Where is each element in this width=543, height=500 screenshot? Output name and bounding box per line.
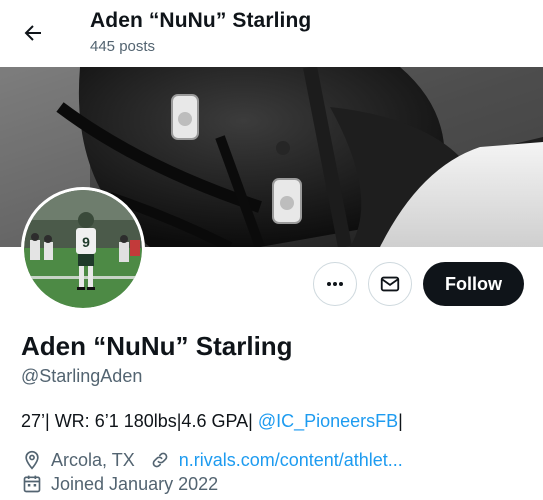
back-button[interactable] (14, 14, 52, 52)
joined-row: Joined January 2022 (21, 473, 218, 495)
more-options-button[interactable] (313, 262, 357, 306)
envelope-icon (380, 276, 400, 292)
website-link[interactable]: n.rivals.com/content/athlet... (179, 450, 403, 471)
calendar-icon (21, 473, 43, 495)
location-pin-icon (21, 449, 43, 471)
posts-count: 445 posts (90, 38, 156, 55)
bio-text: 27’| WR: 6’1 180lbs|4.6 GPA| (21, 411, 258, 431)
arrow-left-icon (24, 25, 41, 41)
profile-bio: 27’| WR: 6’1 180lbs|4.6 GPA| @IC_Pioneer… (21, 411, 403, 432)
user-handle: @StarlingAden (21, 366, 143, 386)
location: Arcola, TX (21, 449, 135, 471)
more-dots-icon (327, 282, 343, 286)
joined-date: Joined January 2022 (51, 473, 219, 494)
bio-tail: | (398, 411, 403, 431)
bio-mention-link[interactable]: @IC_PioneersFB (258, 411, 398, 431)
link-icon (149, 449, 171, 471)
location-text: Arcola, TX (51, 449, 135, 470)
profile-header-bar: Aden “NuNu” Starling 445 posts (0, 0, 543, 67)
profile-avatar[interactable]: 9 (21, 187, 145, 311)
profile-meta-row: Arcola, TX n.rivals.com/content/athlet..… (21, 449, 403, 471)
follow-button[interactable]: Follow (423, 262, 524, 306)
message-button[interactable] (368, 262, 412, 306)
header-title: Aden “NuNu” Starling (90, 9, 312, 32)
avatar-photo: 9 (24, 190, 142, 308)
display-name: Aden “NuNu” Starling (21, 331, 293, 361)
jersey-number: 9 (82, 234, 90, 250)
